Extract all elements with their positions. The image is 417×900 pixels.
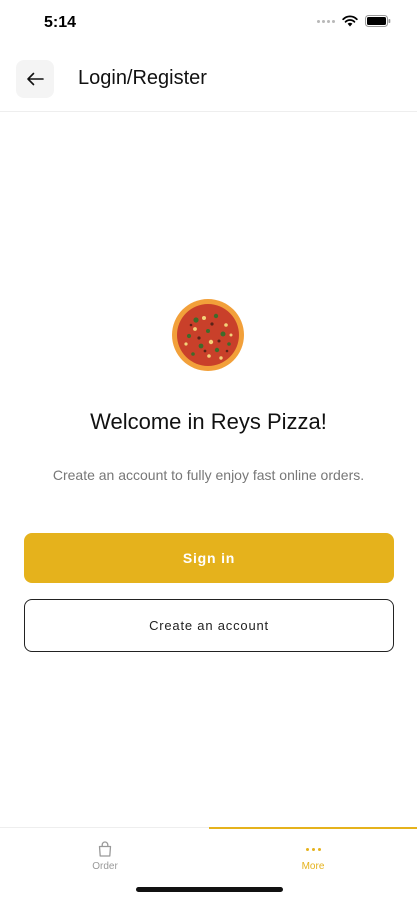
status-icons: [317, 15, 391, 27]
signal-icon: [317, 19, 335, 23]
more-dots-icon: [305, 840, 321, 858]
status-bar: 5:14: [0, 0, 417, 46]
tab-more[interactable]: More: [263, 840, 363, 872]
pizza-logo: [172, 299, 244, 371]
battery-icon: [365, 15, 391, 27]
tab-order-label: Order: [92, 861, 118, 872]
status-time: 5:14: [44, 14, 77, 31]
page-title: Login/Register: [78, 67, 207, 89]
shopping-bag-icon: [98, 841, 112, 857]
create-account-button[interactable]: Create an account: [24, 599, 394, 652]
tab-more-label: More: [301, 861, 325, 872]
welcome-heading: Welcome in Reys Pizza!: [90, 409, 327, 434]
arrow-left-icon: [27, 72, 44, 86]
welcome-subtitle: Create an account to fully enjoy fast on…: [52, 467, 365, 483]
app-header: Login/Register: [0, 46, 417, 112]
active-tab-indicator: [209, 827, 417, 829]
back-button[interactable]: [16, 60, 54, 98]
wifi-icon: [342, 15, 358, 27]
tab-order[interactable]: Order: [55, 840, 155, 872]
home-indicator: [136, 887, 283, 892]
sign-in-button[interactable]: Sign in: [24, 533, 394, 583]
